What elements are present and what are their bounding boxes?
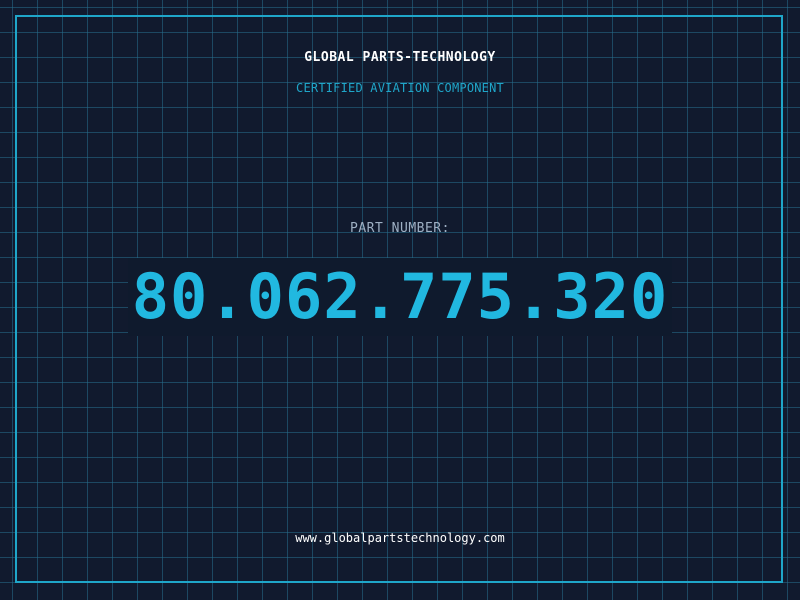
part-number-label: PART NUMBER: [350, 221, 450, 236]
brand-title: GLOBAL PARTS-TECHNOLOGY [304, 50, 496, 65]
certification-subtitle: CERTIFIED AVIATION COMPONENT [296, 81, 504, 95]
part-number-container: 80.062.775.320 [0, 258, 800, 336]
website-url: www.globalpartstechnology.com [295, 531, 505, 545]
part-number-value: 80.062.775.320 [127, 258, 673, 336]
certificate-page: GLOBAL PARTS-TECHNOLOGY CERTIFIED AVIATI… [0, 0, 800, 600]
